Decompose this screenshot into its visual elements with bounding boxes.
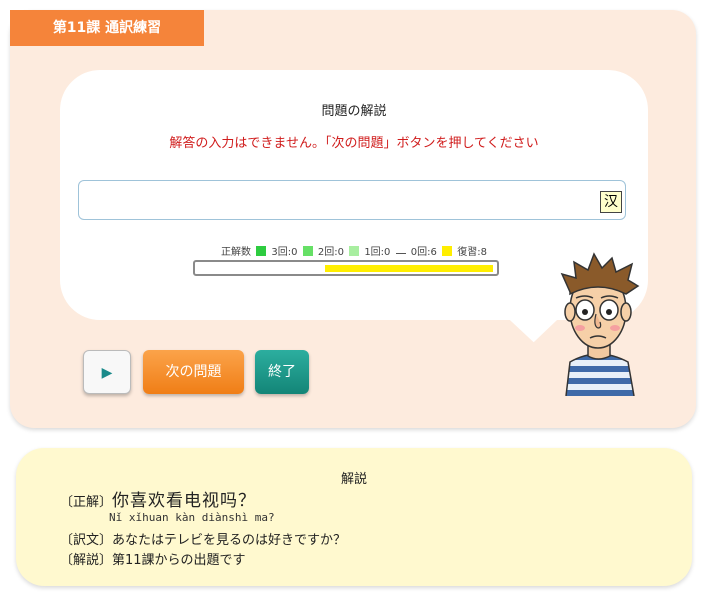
pinyin-text: Nǐ xǐhuan kàn diànshì ma? bbox=[109, 511, 275, 524]
answer-label: 〔正解〕 bbox=[60, 495, 113, 510]
review-swatch bbox=[442, 246, 453, 256]
correct-count-label: 正解数 bbox=[221, 247, 251, 258]
lesson-title-tab: 第11課 通訳練習 bbox=[10, 10, 204, 46]
three-times-swatch bbox=[256, 246, 267, 256]
input-warning: 解答の入力はできません。「次の問題」ボタンを押してください bbox=[169, 136, 539, 151]
answer-input[interactable] bbox=[78, 180, 626, 220]
end-button[interactable]: 終了 bbox=[255, 350, 309, 394]
next-question-button[interactable]: 次の問題 bbox=[143, 350, 244, 394]
two-times-swatch bbox=[302, 246, 313, 256]
note-text: 第11課からの出題です bbox=[112, 553, 246, 568]
review-count: 復習:8 bbox=[457, 247, 487, 258]
two-times-count: 2回:0 bbox=[317, 247, 344, 258]
translation-line: 〔訳文〕あなたはテレビを見るのは好きですか？ bbox=[60, 529, 346, 548]
three-times-count: 3回:0 bbox=[271, 247, 298, 258]
play-audio-button[interactable]: ▶ bbox=[83, 350, 131, 394]
progress-review-fill bbox=[325, 265, 493, 272]
play-icon: ▶ bbox=[101, 365, 113, 381]
explanation-title: 解説 bbox=[340, 472, 367, 487]
bubble-title: 問題の解説 bbox=[321, 104, 387, 119]
translation-label: 〔訳文〕 bbox=[60, 533, 113, 548]
answer-text: 你喜欢看电视吗？ bbox=[112, 491, 257, 511]
progress-bar bbox=[193, 260, 499, 276]
translation-text: あなたはテレビを見るのは好きですか？ bbox=[112, 533, 347, 548]
note-label: 〔解説〕 bbox=[60, 553, 113, 568]
explanation-panel: 解説 〔正解〕你喜欢看电视吗？ Nǐ xǐhuan kàn diànshì ma… bbox=[16, 448, 692, 586]
chinese-input-button[interactable]: 汉 bbox=[600, 191, 622, 213]
note-line: 〔解説〕第11課からの出題です bbox=[60, 549, 246, 568]
one-time-count: 1回:0 bbox=[364, 247, 391, 258]
answer-line: 〔正解〕你喜欢看电视吗？ bbox=[60, 486, 256, 511]
zero-times-swatch bbox=[395, 253, 406, 254]
one-time-swatch bbox=[349, 246, 360, 256]
man-character-icon bbox=[560, 252, 640, 396]
zero-times-count: 0回:6 bbox=[410, 247, 437, 258]
